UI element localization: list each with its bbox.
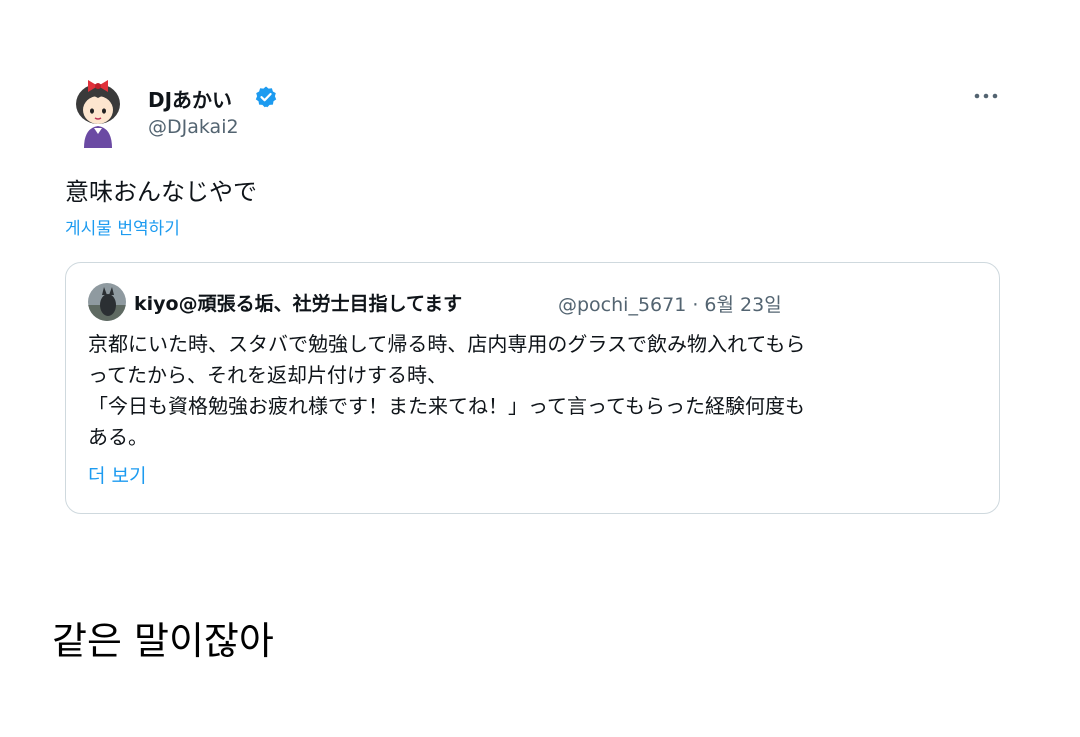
verified-badge-icon [254, 85, 278, 109]
author-avatar[interactable] [68, 78, 128, 148]
avatar-photo-icon [88, 283, 126, 321]
quoted-tweet-text: 京都にいた時、スタバで勉強して帰る時、店内専用のグラスで飲み物入れてもら ってた… [88, 329, 988, 453]
quoted-author-avatar [88, 283, 126, 321]
quoted-text-line: ってたから、それを返却片付けする時、 [88, 363, 447, 387]
avatar-illustration-icon [76, 80, 120, 148]
author-handle[interactable]: @DJakai2 [148, 116, 239, 138]
translate-post-link[interactable]: 게시물 번역하기 [65, 214, 180, 239]
quoted-tweet-card[interactable]: kiyo@頑張る垢、社労士目指してます @pochi_5671 · 6월 23일… [65, 262, 1000, 514]
more-options-button[interactable] [968, 84, 1004, 108]
quoted-author-display-name: kiyo@頑張る垢、社労士目指してます [134, 293, 463, 315]
quoted-text-line: 「今日も資格勉強お疲れ様です！また来てね！」って言ってもらった経験何度も [88, 394, 805, 418]
more-options-icon [974, 93, 998, 99]
caption-text: 같은 말이잖아 [52, 619, 274, 663]
quoted-handle-and-date: @pochi_5671 · 6월 23일 [558, 294, 782, 316]
author-display-name[interactable]: DJあかい [148, 84, 232, 113]
show-more-link[interactable]: 더 보기 [88, 461, 146, 488]
quoted-text-line: 京都にいた時、スタバで勉強して帰る時、店内専用のグラスで飲み物入れてもら [88, 332, 806, 356]
tweet-text: 意味おんなじやで [65, 178, 257, 206]
quoted-text-line: ある。 [88, 425, 148, 449]
